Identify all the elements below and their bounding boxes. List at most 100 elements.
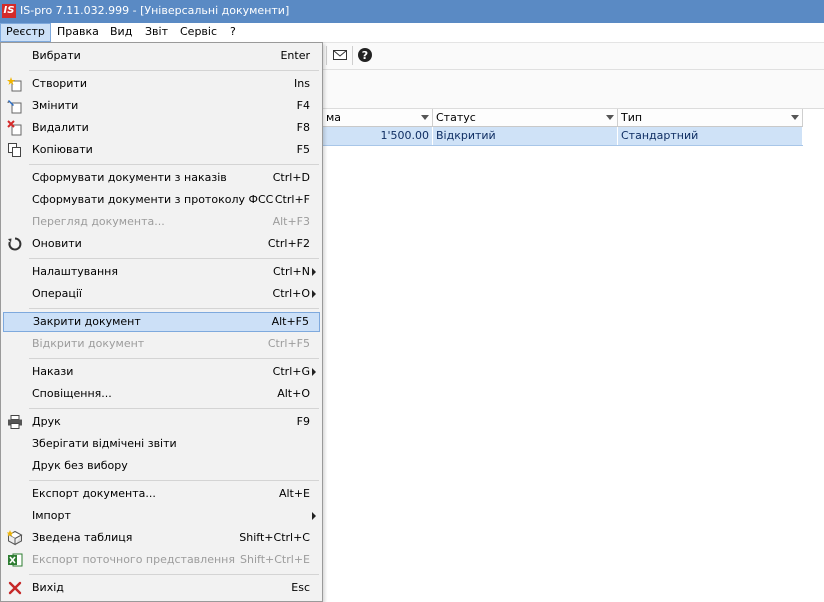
menu-item-label: Оновити xyxy=(32,237,82,250)
menu-item-label: Копіювати xyxy=(32,143,93,156)
menu-separator xyxy=(29,480,319,481)
menu-item-label: Зведена таблиця xyxy=(32,531,133,544)
toolbar-separator xyxy=(326,46,327,65)
cell-type: Стандартний xyxy=(618,127,803,145)
menu-item-notifications[interactable]: Сповіщення... Alt+O xyxy=(3,384,320,404)
chevron-down-icon[interactable] xyxy=(606,115,614,120)
menu-report[interactable]: Звіт xyxy=(140,23,173,42)
menu-item-shortcut: Alt+O xyxy=(277,387,310,400)
create-icon xyxy=(7,77,22,92)
envelope-icon[interactable] xyxy=(332,47,348,63)
menu-item-export-current-view: Експорт поточного представлення Shift+Ct… xyxy=(3,550,320,570)
menu-edit[interactable]: Правка xyxy=(52,23,104,42)
menu-item-label: Створити xyxy=(32,77,87,90)
title-bar: IS IS-pro 7.11.032.999 - [Універсальні д… xyxy=(0,0,824,24)
menu-item-shortcut: F8 xyxy=(296,121,310,134)
menu-item-close-document[interactable]: Закрити документ Alt+F5 xyxy=(3,312,320,332)
menu-item-shortcut: Ctrl+D xyxy=(272,171,310,184)
printer-icon xyxy=(8,415,22,429)
menu-item-open-document: Відкрити документ Ctrl+F5 xyxy=(3,334,320,354)
menu-registry[interactable]: Реєстр xyxy=(0,23,51,42)
menu-separator xyxy=(29,164,319,165)
chevron-down-icon[interactable] xyxy=(791,115,799,120)
column-status-label: Статус xyxy=(436,111,476,124)
menu-item-shortcut: Shift+Ctrl+C xyxy=(239,531,310,544)
window-title: IS-pro 7.11.032.999 - [Універсальні доку… xyxy=(20,4,290,17)
menu-item-shortcut: F9 xyxy=(296,415,310,428)
menu-separator xyxy=(29,258,319,259)
menu-item-label: Операції xyxy=(32,287,82,300)
excel-export-icon xyxy=(8,553,23,567)
column-amount-label: ма xyxy=(326,111,342,124)
menu-item-shortcut: Alt+F3 xyxy=(272,215,310,228)
menu-item-shortcut: F5 xyxy=(296,143,310,156)
menu-item-shortcut: Ctrl+F2 xyxy=(267,237,310,250)
menu-item-label: Імпорт xyxy=(32,509,71,522)
menu-item-label: Зберігати відмічені звіти xyxy=(32,437,177,450)
menu-item-create[interactable]: Створити Ins xyxy=(3,74,320,94)
menu-item-form-from-fss[interactable]: Сформувати документи з протоколу ФСС Ctr… xyxy=(3,190,320,210)
menu-item-shortcut: F4 xyxy=(296,99,310,112)
menu-item-select[interactable]: Вибрати Enter xyxy=(3,46,320,66)
menu-separator xyxy=(29,408,319,409)
menu-bar: Реєстр Правка Вид Звіт Сервіс ? xyxy=(0,23,824,43)
menu-item-shortcut: Alt+E xyxy=(278,487,310,500)
chevron-right-icon xyxy=(312,290,316,298)
menu-view[interactable]: Вид xyxy=(105,23,137,42)
registry-dropdown-menu: Вибрати Enter Створити Ins Змінити F4 Ви… xyxy=(0,42,323,602)
menu-item-label: Сформувати документи з протоколу ФСС xyxy=(32,193,274,206)
menu-item-pivot-table[interactable]: Зведена таблиця Shift+Ctrl+C xyxy=(3,528,320,548)
menu-item-label: Експорт документа... xyxy=(32,487,156,500)
menu-item-orders[interactable]: Накази Ctrl+G xyxy=(3,362,320,382)
menu-item-export-document[interactable]: Експорт документа... Alt+E xyxy=(3,484,320,504)
delete-icon xyxy=(7,120,22,136)
menu-item-shortcut: Enter xyxy=(280,49,310,62)
menu-item-label: Вихід xyxy=(32,581,64,594)
menu-item-label: Експорт поточного представлення xyxy=(32,553,235,566)
menu-item-import[interactable]: Імпорт xyxy=(3,506,320,526)
chevron-right-icon xyxy=(312,268,316,276)
menu-item-edit[interactable]: Змінити F4 xyxy=(3,96,320,116)
menu-item-exit[interactable]: Вихід Esc xyxy=(3,578,320,598)
column-amount-header[interactable]: ма xyxy=(323,109,433,126)
menu-item-label: Друк без вибору xyxy=(32,459,128,472)
menu-item-refresh[interactable]: Оновити Ctrl+F2 xyxy=(3,234,320,254)
menu-item-shortcut: Ctrl+G xyxy=(272,365,310,378)
menu-item-shortcut: Ins xyxy=(294,77,310,90)
menu-item-settings[interactable]: Налаштування Ctrl+N xyxy=(3,262,320,282)
menu-item-shortcut: Ctrl+O xyxy=(272,287,310,300)
app-logo: IS xyxy=(2,4,16,18)
menu-item-label: Закрити документ xyxy=(33,315,141,328)
menu-item-form-from-orders[interactable]: Сформувати документи з наказів Ctrl+D xyxy=(3,168,320,188)
menu-item-print-without-selection[interactable]: Друк без вибору xyxy=(3,456,320,476)
menu-item-label: Вибрати xyxy=(32,49,81,62)
menu-item-shortcut: Ctrl+N xyxy=(272,265,310,278)
menu-item-label: Видалити xyxy=(32,121,89,134)
column-type-header[interactable]: Тип xyxy=(618,109,803,126)
column-status-header[interactable]: Статус xyxy=(433,109,618,126)
menu-item-shortcut: Ctrl+F5 xyxy=(267,337,310,350)
menu-item-save-marked-reports[interactable]: Зберігати відмічені звіти xyxy=(3,434,320,454)
menu-help[interactable]: ? xyxy=(225,23,241,42)
edit-icon xyxy=(7,100,22,114)
exit-icon xyxy=(8,581,22,595)
menu-item-shortcut: Esc xyxy=(291,581,310,594)
menu-service[interactable]: Сервіс xyxy=(175,23,222,42)
menu-separator xyxy=(29,308,319,309)
menu-item-operations[interactable]: Операції Ctrl+O xyxy=(3,284,320,304)
menu-item-view-document: Перегляд документа... Alt+F3 xyxy=(3,212,320,232)
menu-item-label: Сповіщення... xyxy=(32,387,112,400)
menu-item-label: Налаштування xyxy=(32,265,118,278)
help-icon[interactable]: ? xyxy=(357,47,373,63)
svg-text:?: ? xyxy=(362,49,368,62)
column-type-label: Тип xyxy=(621,111,643,124)
cell-amount: 1'500.00 xyxy=(323,127,433,145)
menu-item-label: Відкрити документ xyxy=(32,337,145,350)
menu-item-delete[interactable]: Видалити F8 xyxy=(3,118,320,138)
chevron-down-icon[interactable] xyxy=(421,115,429,120)
menu-item-shortcut: Alt+F5 xyxy=(271,315,309,328)
menu-item-copy[interactable]: Копіювати F5 xyxy=(3,140,320,160)
menu-item-label: Перегляд документа... xyxy=(32,215,165,228)
pivot-table-icon xyxy=(7,530,23,546)
menu-item-print[interactable]: Друк F9 xyxy=(3,412,320,432)
